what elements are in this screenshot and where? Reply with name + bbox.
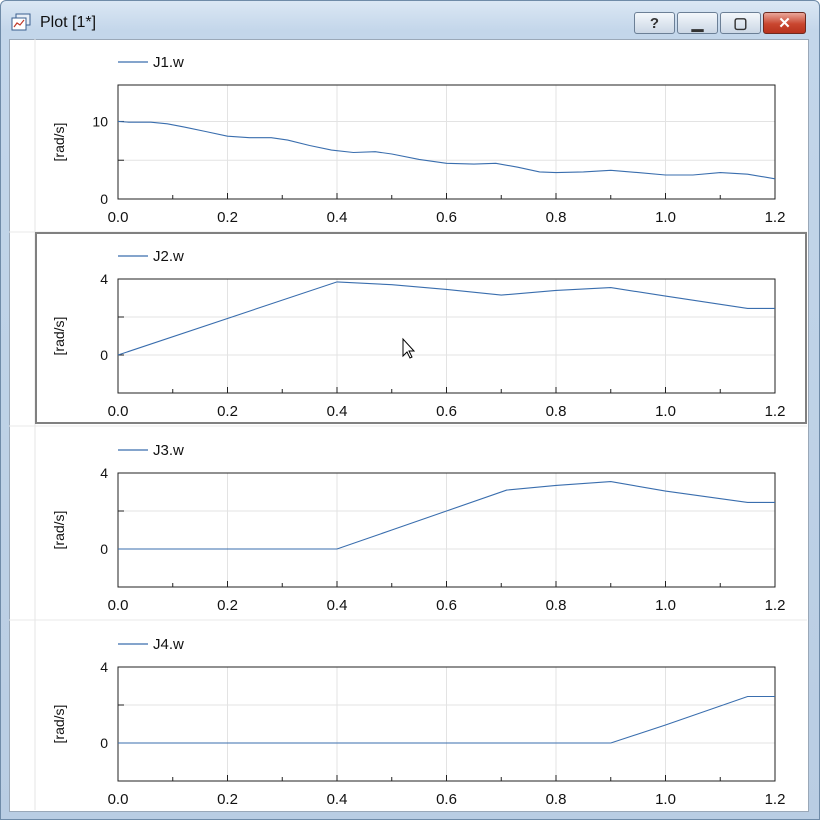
- x-tick-label: 0.8: [546, 403, 567, 420]
- legend-label: J2.w: [153, 248, 184, 265]
- y-axis-label: [rad/s]: [51, 123, 67, 162]
- x-tick-label: 1.2: [765, 791, 786, 808]
- y-tick-label: 4: [100, 465, 108, 481]
- x-tick-label: 0.2: [217, 597, 238, 614]
- x-tick-label: 0.4: [327, 597, 348, 614]
- x-tick-label: 0.2: [217, 403, 238, 420]
- x-tick-label: 0.6: [436, 791, 457, 808]
- x-tick-label: 0.0: [108, 209, 129, 226]
- plot-1: 0 10 0.0 0.2 0.4 0.6 0.8 1.0 1.2 [rad/s] J1.w: [51, 54, 785, 226]
- plot-2: 0 4 0.0 0.2 0.4 0.6 0.8 1.0 1.2 [rad/s] J2.w: [51, 248, 785, 420]
- x-tick-label: 0.6: [436, 597, 457, 614]
- x-tick-label: 0.0: [108, 597, 129, 614]
- x-tick-label: 0.6: [436, 403, 457, 420]
- y-tick-label: 0: [100, 735, 108, 751]
- x-tick-label: 0.4: [327, 209, 348, 226]
- legend-label: J4.w: [153, 636, 184, 653]
- x-tick-label: 0.8: [546, 791, 567, 808]
- legend-label: J3.w: [153, 442, 184, 459]
- x-tick-label: 1.2: [765, 403, 786, 420]
- plot-stack: 0 10 0.0 0.2 0.4 0.6 0.8 1.0 1.2 [rad/s] J1.w 0 4 0.0…: [9, 39, 807, 810]
- plot-3: 0 4 0.0 0.2 0.4 0.6 0.8 1.0 1.2 [rad/s] J3.w: [51, 442, 785, 614]
- x-tick-label: 0.2: [217, 791, 238, 808]
- x-tick-label: 1.2: [765, 597, 786, 614]
- x-tick-label: 1.2: [765, 209, 786, 226]
- x-tick-label: 1.0: [655, 403, 676, 420]
- x-tick-label: 1.0: [655, 209, 676, 226]
- y-axis-label: [rad/s]: [51, 317, 67, 356]
- x-tick-label: 1.0: [655, 791, 676, 808]
- x-tick-label: 0.8: [546, 597, 567, 614]
- x-tick-label: 0.8: [546, 209, 567, 226]
- x-tick-label: 0.2: [217, 209, 238, 226]
- y-axis-label: [rad/s]: [51, 511, 67, 550]
- y-tick-label: 4: [100, 271, 108, 287]
- y-tick-label: 0: [100, 191, 108, 207]
- y-tick-label: 0: [100, 541, 108, 557]
- y-tick-label: 0: [100, 347, 108, 363]
- x-tick-label: 0.4: [327, 403, 348, 420]
- x-tick-label: 1.0: [655, 597, 676, 614]
- y-axis-label: [rad/s]: [51, 705, 67, 744]
- selected-plot-border: [35, 232, 807, 424]
- legend-label: J1.w: [153, 54, 184, 71]
- y-tick-label: 4: [100, 659, 108, 675]
- x-tick-label: 0.0: [108, 403, 129, 420]
- x-tick-label: 0.6: [436, 209, 457, 226]
- plot-4: 0 4 0.0 0.2 0.4 0.6 0.8 1.0 1.2 [rad/s] J4.w: [51, 636, 785, 808]
- y-tick-label: 10: [92, 113, 108, 129]
- x-tick-label: 0.0: [108, 791, 129, 808]
- x-tick-label: 0.4: [327, 791, 348, 808]
